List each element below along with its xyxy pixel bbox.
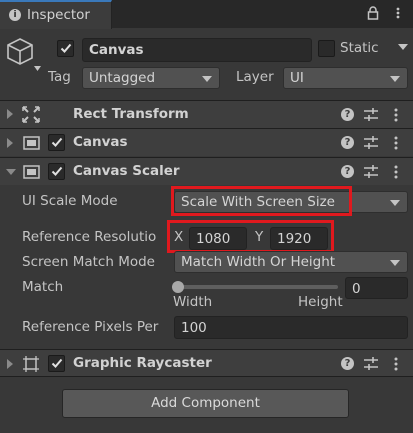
chevron-down-icon bbox=[390, 200, 400, 206]
match-slider-track[interactable] bbox=[177, 285, 338, 289]
foldout-arrow-icon[interactable] bbox=[7, 138, 13, 148]
foldout-arrow-icon[interactable] bbox=[7, 359, 13, 369]
object-name-input[interactable]: Canvas bbox=[82, 38, 312, 62]
match-value-input[interactable]: 0 bbox=[345, 277, 408, 299]
add-component-button[interactable]: Add Component bbox=[62, 389, 349, 418]
tag-dropdown-value: Untagged bbox=[89, 70, 156, 86]
layer-dropdown[interactable]: UI bbox=[283, 67, 408, 89]
kebab-menu-icon[interactable] bbox=[394, 357, 398, 371]
chevron-down-icon bbox=[202, 76, 212, 82]
help-icon[interactable]: ? bbox=[341, 136, 354, 149]
chevron-down-icon bbox=[390, 76, 400, 82]
screen-match-mode-value: Match Width Or Height bbox=[181, 254, 336, 270]
screen-match-mode-label: Screen Match Mode bbox=[22, 254, 155, 270]
tag-label: Tag bbox=[48, 69, 71, 85]
static-checkbox[interactable] bbox=[318, 40, 335, 57]
help-icon[interactable]: ? bbox=[341, 165, 354, 178]
component-header-canvas[interactable]: Canvas ? bbox=[0, 128, 413, 156]
active-checkbox[interactable] bbox=[57, 40, 74, 57]
screen-match-mode-dropdown[interactable]: Match Width Or Height bbox=[174, 251, 408, 273]
checkmark-icon bbox=[60, 43, 72, 53]
static-label: Static bbox=[340, 40, 379, 56]
preset-sliders-icon[interactable] bbox=[364, 108, 378, 121]
foldout-arrow-icon[interactable] bbox=[6, 169, 16, 175]
kebab-menu-icon[interactable] bbox=[394, 165, 398, 179]
component-title: Graphic Raycaster bbox=[73, 355, 212, 371]
component-title: Canvas bbox=[73, 134, 128, 150]
component-title: Canvas Scaler bbox=[73, 163, 180, 179]
ui-scale-mode-label: UI Scale Mode bbox=[22, 193, 118, 209]
chevron-down-icon bbox=[390, 260, 400, 266]
match-label: Match bbox=[22, 279, 64, 295]
rect-transform-icon bbox=[22, 106, 40, 123]
static-dropdown-caret-icon[interactable] bbox=[398, 44, 408, 50]
lock-icon[interactable] bbox=[366, 6, 380, 20]
tab-title: Inspector bbox=[27, 7, 90, 23]
graphic-raycaster-enabled-checkbox[interactable] bbox=[48, 355, 65, 372]
highlight-reference-resolution bbox=[167, 220, 334, 253]
highlight-ui-scale-mode bbox=[171, 186, 352, 216]
kebab-menu-icon[interactable] bbox=[394, 108, 398, 122]
layer-label: Layer bbox=[236, 69, 274, 85]
preset-sliders-icon[interactable] bbox=[364, 136, 378, 149]
checkmark-icon bbox=[51, 358, 63, 368]
checkmark-icon bbox=[51, 137, 63, 147]
gameobject-cube-icon[interactable] bbox=[4, 36, 42, 74]
component-title: Rect Transform bbox=[73, 106, 189, 122]
canvas-component-icon bbox=[23, 136, 40, 150]
match-max-label: Height bbox=[298, 294, 343, 310]
canvas-scaler-icon bbox=[23, 165, 40, 179]
canvas-enabled-checkbox[interactable] bbox=[48, 134, 65, 151]
match-min-label: Width bbox=[173, 294, 213, 310]
tab-menu-icon[interactable] bbox=[392, 6, 404, 20]
match-slider-thumb[interactable] bbox=[172, 281, 184, 293]
checkmark-icon bbox=[51, 166, 63, 176]
canvas-scaler-enabled-checkbox[interactable] bbox=[48, 163, 65, 180]
reference-pixels-input[interactable]: 100 bbox=[174, 316, 408, 339]
graphic-raycaster-icon bbox=[23, 356, 39, 372]
tag-dropdown[interactable]: Untagged bbox=[82, 67, 220, 89]
reference-resolution-label: Reference Resolutio bbox=[22, 229, 157, 245]
tab-inspector[interactable]: i Inspector bbox=[0, 0, 112, 29]
foldout-arrow-icon[interactable] bbox=[7, 109, 13, 119]
component-header-rect-transform[interactable]: Rect Transform ? bbox=[0, 100, 413, 128]
preset-sliders-icon[interactable] bbox=[364, 165, 378, 178]
layer-dropdown-value: UI bbox=[290, 70, 304, 86]
help-icon[interactable]: ? bbox=[341, 108, 354, 121]
component-header-canvas-scaler[interactable]: Canvas Scaler ? bbox=[0, 157, 413, 185]
kebab-menu-icon[interactable] bbox=[394, 136, 398, 150]
info-icon: i bbox=[9, 9, 21, 21]
component-header-graphic-raycaster[interactable]: Graphic Raycaster ? bbox=[0, 349, 413, 377]
preset-sliders-icon[interactable] bbox=[364, 357, 378, 370]
help-icon[interactable]: ? bbox=[341, 357, 354, 370]
reference-pixels-label: Reference Pixels Per bbox=[22, 319, 159, 335]
